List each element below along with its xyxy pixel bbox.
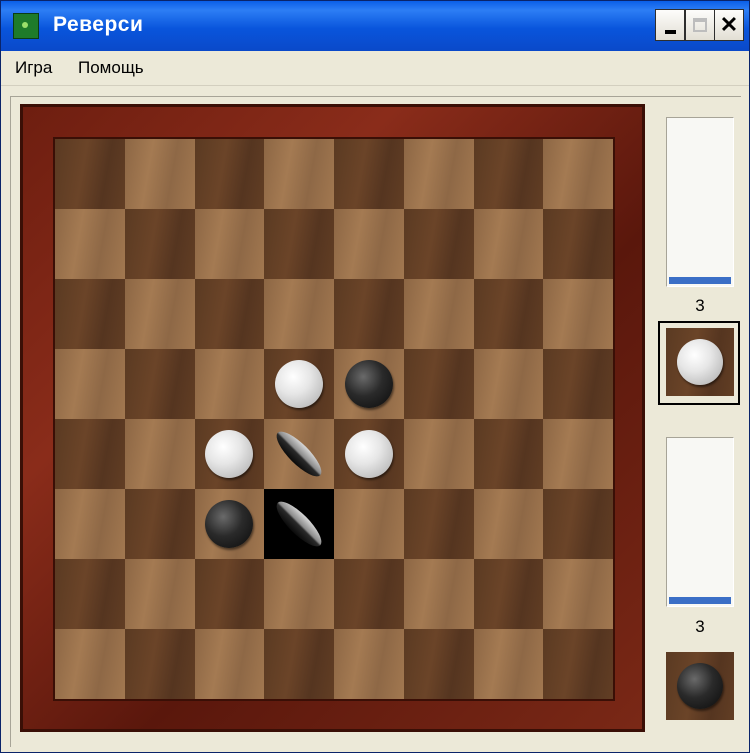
- board-cell[interactable]: [543, 559, 613, 629]
- maximize-button[interactable]: [685, 9, 715, 41]
- black-player-tile: [666, 652, 734, 720]
- flipping-disc: [270, 495, 328, 553]
- white-disc: [275, 360, 324, 408]
- board-cell[interactable]: [543, 279, 613, 349]
- board-cell[interactable]: [334, 419, 404, 489]
- board-cell[interactable]: [403, 279, 474, 349]
- white-gauge-fill: [669, 277, 731, 284]
- board-cell[interactable]: [403, 209, 474, 279]
- board-cell[interactable]: [334, 139, 404, 209]
- white-disc-icon: [677, 339, 723, 385]
- black-score-gauge: [666, 437, 734, 607]
- board-cell[interactable]: [473, 559, 544, 629]
- white-disc-count: 3: [695, 296, 705, 315]
- board-cell[interactable]: [124, 279, 195, 349]
- board-cell[interactable]: [543, 209, 613, 279]
- board-cell[interactable]: [194, 489, 265, 559]
- board-cell[interactable]: [334, 279, 404, 349]
- black-gauge-fill: [669, 597, 731, 604]
- flipping-disc: [270, 425, 328, 483]
- title-bar[interactable]: Реверси ✕: [1, 1, 749, 51]
- board-cell[interactable]: [194, 349, 265, 419]
- menu-help[interactable]: Помощь: [78, 58, 144, 78]
- board-cell[interactable]: [124, 349, 195, 419]
- board-cell[interactable]: [55, 559, 125, 629]
- board-cell[interactable]: [334, 629, 404, 699]
- board-cell[interactable]: [473, 629, 544, 699]
- board-cell[interactable]: [194, 629, 265, 699]
- board-cell[interactable]: [403, 559, 474, 629]
- white-player-tile: [666, 328, 734, 396]
- menu-bar: Игра Помощь: [1, 51, 749, 86]
- board-cell[interactable]: [124, 489, 195, 559]
- board-cell[interactable]: [403, 489, 474, 559]
- white-disc: [344, 430, 393, 478]
- board-cell[interactable]: [194, 419, 265, 489]
- board-cell[interactable]: [194, 139, 265, 209]
- board-cell[interactable]: [55, 209, 125, 279]
- close-icon: ✕: [719, 12, 739, 37]
- board-cell[interactable]: [264, 489, 334, 559]
- board-cell[interactable]: [543, 419, 613, 489]
- white-score-gauge: [666, 117, 734, 287]
- board-cell[interactable]: [334, 209, 404, 279]
- board-cell[interactable]: [543, 629, 613, 699]
- board-cell[interactable]: [403, 139, 474, 209]
- minimize-button[interactable]: [655, 9, 685, 41]
- board-cell[interactable]: [55, 279, 125, 349]
- board-cell[interactable]: [264, 139, 334, 209]
- board-cell[interactable]: [543, 489, 613, 559]
- board-cell[interactable]: [473, 279, 544, 349]
- board-cell[interactable]: [124, 419, 195, 489]
- board-cell[interactable]: [334, 559, 404, 629]
- board-cell[interactable]: [55, 489, 125, 559]
- board-cell[interactable]: [264, 559, 334, 629]
- board-cell[interactable]: [543, 139, 613, 209]
- board-cell[interactable]: [403, 349, 474, 419]
- board-cell[interactable]: [124, 559, 195, 629]
- close-button[interactable]: ✕: [714, 9, 744, 41]
- board-cell[interactable]: [473, 139, 544, 209]
- black-disc: [205, 500, 254, 548]
- board-cell[interactable]: [55, 419, 125, 489]
- board-cell[interactable]: [55, 139, 125, 209]
- black-disc-count: 3: [695, 617, 705, 636]
- black-disc-icon: [677, 663, 723, 709]
- board-cell[interactable]: [473, 489, 544, 559]
- board-cell[interactable]: [124, 209, 195, 279]
- board-grid: [55, 139, 613, 699]
- board-cell[interactable]: [264, 279, 334, 349]
- board-cell[interactable]: [264, 349, 334, 419]
- board-cell[interactable]: [55, 629, 125, 699]
- board-cell[interactable]: [264, 419, 334, 489]
- board-cell[interactable]: [264, 629, 334, 699]
- board-cell[interactable]: [403, 419, 474, 489]
- board-cell[interactable]: [334, 349, 404, 419]
- board-cell[interactable]: [55, 349, 125, 419]
- board-cell[interactable]: [473, 209, 544, 279]
- board: [53, 137, 615, 701]
- reversi-app-icon[interactable]: [13, 13, 39, 39]
- board-frame: [20, 104, 645, 732]
- board-cell[interactable]: [194, 559, 265, 629]
- board-cell[interactable]: [124, 139, 195, 209]
- board-cell[interactable]: [543, 349, 613, 419]
- white-disc: [205, 430, 254, 478]
- board-cell[interactable]: [334, 489, 404, 559]
- window-title: Реверси: [53, 13, 144, 36]
- minimize-icon: [664, 30, 676, 34]
- board-cell[interactable]: [473, 349, 544, 419]
- board-cell[interactable]: [194, 279, 265, 349]
- board-cell[interactable]: [264, 209, 334, 279]
- board-cell[interactable]: [124, 629, 195, 699]
- board-cell[interactable]: [473, 419, 544, 489]
- board-cell[interactable]: [403, 629, 474, 699]
- board-cell[interactable]: [194, 209, 265, 279]
- black-disc: [344, 360, 393, 408]
- menu-game[interactable]: Игра: [15, 58, 52, 78]
- maximize-icon: [693, 18, 707, 32]
